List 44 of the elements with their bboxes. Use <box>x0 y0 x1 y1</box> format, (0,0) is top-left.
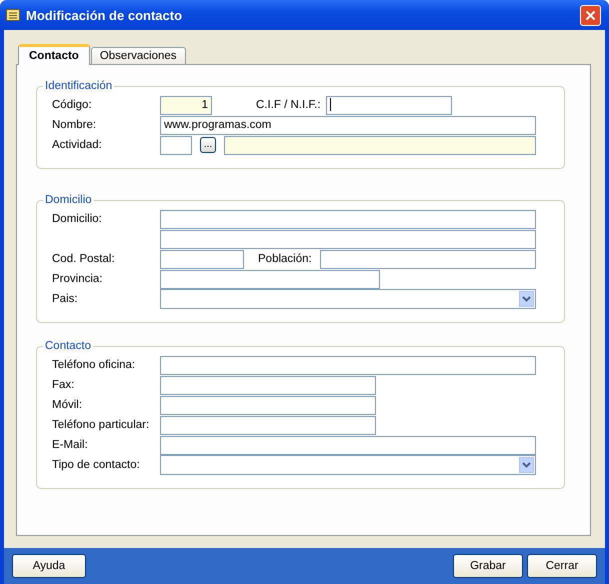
text-field[interactable] <box>320 250 536 268</box>
field-label: Teléfono oficina: <box>52 359 136 371</box>
browse-button[interactable]: ... <box>200 137 216 153</box>
tab[interactable]: Observaciones <box>90 47 186 64</box>
dropdown-field[interactable] <box>160 455 536 475</box>
text-field[interactable]: 1 <box>160 96 212 114</box>
close-icon <box>585 10 596 20</box>
field-label: Nombre: <box>52 119 98 131</box>
field-label: Código: <box>52 99 93 111</box>
dialog-button[interactable]: Cerrar <box>527 554 597 578</box>
tab[interactable]: Contacto <box>18 44 90 65</box>
text-field[interactable] <box>224 136 536 154</box>
text-field[interactable]: www.programas.com <box>160 116 536 134</box>
field-label: C.I.F / N.I.F.: <box>256 99 322 111</box>
text-field[interactable] <box>160 416 376 434</box>
field-label: Tipo de contacto: <box>52 459 141 471</box>
dropdown-field[interactable] <box>160 289 536 309</box>
field-label: Fax: <box>52 379 76 391</box>
text-field[interactable] <box>160 376 376 394</box>
dialog-button[interactable]: Grabar <box>453 554 523 578</box>
notebook-icon <box>6 9 20 21</box>
field-label: Domicilio: <box>52 213 103 225</box>
close-button[interactable] <box>580 4 601 26</box>
text-field[interactable] <box>326 96 452 114</box>
field-label: Pais: <box>52 293 79 305</box>
text-field[interactable] <box>160 396 376 414</box>
chevron-down-icon <box>519 457 534 473</box>
field-label: Población: <box>258 253 313 265</box>
field-label: Actividad: <box>52 139 103 151</box>
text-field[interactable] <box>160 250 244 268</box>
field-label: Teléfono particular: <box>52 419 150 431</box>
text-field[interactable] <box>160 230 536 248</box>
field-label: E-Mail: <box>52 439 89 451</box>
text-field[interactable] <box>160 210 536 228</box>
field-label: Cod. Postal: <box>52 253 116 265</box>
text-field[interactable] <box>160 270 380 288</box>
help-button[interactable]: Ayuda <box>12 554 86 578</box>
text-field[interactable] <box>160 356 536 374</box>
window-title: Modificación de contacto <box>26 8 184 22</box>
field-label: Provincia: <box>52 273 104 285</box>
text-field[interactable] <box>160 136 192 154</box>
text-field[interactable] <box>160 436 536 454</box>
field-label: Móvil: <box>52 399 84 411</box>
chevron-down-icon <box>519 291 534 307</box>
